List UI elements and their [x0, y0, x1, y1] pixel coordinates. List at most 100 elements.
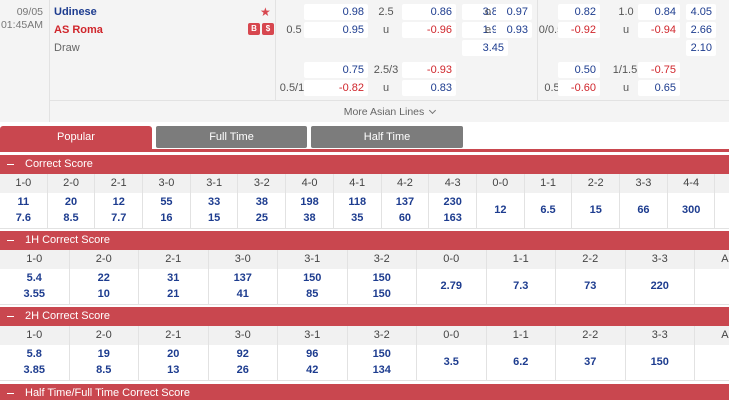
odds-cell[interactable]: 31 — [139, 272, 208, 284]
collapse-icon[interactable] — [7, 316, 14, 317]
odds-cell[interactable]: 0.95 — [304, 22, 368, 38]
score-odds-column: 92 26 — [209, 345, 278, 381]
more-asian-lines-button[interactable]: More Asian Lines — [50, 100, 729, 122]
odds-cell[interactable]: 0.84 — [638, 4, 680, 20]
odds-cell[interactable]: 0.93 — [496, 22, 532, 38]
odds-cell[interactable]: 118 — [334, 196, 381, 208]
odds-cell[interactable]: 0.83 — [402, 80, 456, 96]
odds-cell[interactable]: -0.93 — [402, 62, 456, 78]
tab-full-time[interactable]: Full Time — [156, 126, 307, 148]
odds-cell[interactable]: 12 — [477, 204, 524, 216]
odds-cell[interactable]: 230 — [429, 196, 476, 208]
odds-cell[interactable]: 5.4 — [0, 272, 69, 284]
odds-cell[interactable]: 150 — [278, 272, 347, 284]
odds-cell[interactable]: 42 — [278, 364, 347, 376]
odds-cell[interactable]: 4.05 — [686, 4, 716, 20]
collapse-icon[interactable] — [7, 240, 14, 241]
odds-cell[interactable]: 5.8 — [0, 348, 69, 360]
odds-cell[interactable]: -0.96 — [402, 22, 456, 38]
odds-cell[interactable]: 10 — [70, 288, 139, 300]
odds-cell[interactable]: 26 — [209, 364, 278, 376]
odds-cell[interactable]: 20 — [139, 348, 208, 360]
odds-cell[interactable]: -0.82 — [304, 80, 368, 96]
bet-badge-icon[interactable]: $ — [262, 23, 274, 35]
section-header-h1-correct-score[interactable]: 1H Correct Score — [0, 231, 729, 250]
odds-cell[interactable]: 3.55 — [0, 288, 69, 300]
odds-cell[interactable]: 15 — [572, 204, 619, 216]
odds-cell[interactable]: 25 — [239, 212, 286, 224]
odds-cell[interactable]: 0.50 — [558, 62, 600, 78]
odds-cell[interactable]: 150 — [348, 272, 417, 284]
favorite-star-icon[interactable]: ★ — [260, 5, 271, 19]
odds-cell[interactable]: -0.92 — [558, 22, 600, 38]
odds-cell[interactable]: 150 — [348, 348, 417, 360]
odds-cell[interactable]: 0.86 — [402, 4, 456, 20]
odds-cell[interactable]: 6.5 — [525, 204, 572, 216]
collapse-icon[interactable] — [7, 164, 14, 165]
odds-cell[interactable]: 3.45 — [462, 40, 508, 56]
odds-cell[interactable]: 134 — [348, 364, 417, 376]
odds-cell[interactable]: 0.65 — [638, 80, 680, 96]
odds-cell[interactable]: 13 — [139, 364, 208, 376]
odds-cell[interactable]: 20 — [48, 196, 95, 208]
odds-cell[interactable]: 66 — [620, 204, 667, 216]
odds-cell[interactable]: 198 — [286, 196, 333, 208]
odds-cell[interactable]: 37 — [556, 356, 625, 368]
odds-cell[interactable]: 19 — [70, 348, 139, 360]
odds-cell[interactable]: 0.82 — [558, 4, 600, 20]
odds-cell[interactable]: 21 — [139, 288, 208, 300]
odds-cell[interactable]: 2.79 — [417, 280, 486, 292]
odds-cell[interactable]: 38 — [286, 212, 333, 224]
odds-cell[interactable]: 38 — [239, 196, 286, 208]
odds-cell[interactable]: 150 — [626, 356, 695, 368]
stats-badge-icon[interactable]: B — [248, 23, 260, 35]
odds-cell[interactable]: 3.85 — [0, 364, 69, 376]
section-header-htft[interactable]: Half Time/Full Time Correct Score — [0, 384, 729, 400]
odds-cell[interactable]: 15 — [191, 212, 238, 224]
away-team[interactable]: AS Roma — [54, 24, 103, 36]
odds-cell[interactable]: -0.94 — [638, 22, 680, 38]
odds-cell[interactable]: 2.10 — [686, 40, 716, 56]
tab-half-time[interactable]: Half Time — [311, 126, 463, 148]
odds-cell[interactable]: -0.75 — [638, 62, 680, 78]
odds-cell[interactable]: 7.6 — [0, 212, 47, 224]
odds-cell[interactable]: 85 — [278, 288, 347, 300]
odds-cell[interactable]: 8.5 — [48, 212, 95, 224]
odds-cell[interactable]: 22 — [70, 272, 139, 284]
section-header-h2-correct-score[interactable]: 2H Correct Score — [0, 307, 729, 326]
odds-cell[interactable]: 92 — [209, 348, 278, 360]
section-header-correct-score[interactable]: Correct Score — [0, 155, 729, 174]
odds-cell[interactable]: 150 — [348, 288, 417, 300]
odds-cell[interactable]: 11 — [0, 196, 47, 208]
odds-cell[interactable]: 35 — [334, 212, 381, 224]
collapse-icon[interactable] — [7, 393, 14, 394]
odds-cell[interactable]: 220 — [626, 280, 695, 292]
odds-cell[interactable]: 7.7 — [95, 212, 142, 224]
odds-cell[interactable]: 73 — [556, 280, 625, 292]
score-label: 3-2 — [348, 250, 417, 269]
odds-cell[interactable]: 0.75 — [304, 62, 368, 78]
odds-cell[interactable]: 2.66 — [686, 22, 716, 38]
home-team[interactable]: Udinese — [54, 6, 97, 18]
tab-popular[interactable]: Popular — [0, 126, 152, 152]
odds-cell[interactable]: 0.98 — [304, 4, 368, 20]
odds-cell[interactable]: 0.97 — [496, 4, 532, 20]
odds-cell[interactable]: -0.60 — [558, 80, 600, 96]
odds-cell[interactable]: 6.2 — [487, 356, 556, 368]
odds-cell[interactable]: 16 — [143, 212, 190, 224]
odds-cell[interactable]: 12 — [95, 196, 142, 208]
teams-cell: Udinese ★ AS Roma B $ Draw — [50, 0, 276, 100]
odds-cell[interactable]: 137 — [382, 196, 429, 208]
odds-cell[interactable]: 33 — [191, 196, 238, 208]
odds-cell[interactable]: 300 — [668, 204, 715, 216]
odds-cell[interactable]: 3.5 — [417, 356, 486, 368]
odds-cell[interactable]: 55 — [143, 196, 190, 208]
odds-cell[interactable]: 137 — [209, 272, 278, 284]
odds-cell[interactable]: 41 — [209, 288, 278, 300]
odds-cell[interactable]: 8.5 — [70, 364, 139, 376]
odds-cell[interactable]: 163 — [429, 212, 476, 224]
score-label: 2-2 — [572, 174, 621, 193]
odds-cell[interactable]: 60 — [382, 212, 429, 224]
odds-cell[interactable]: 7.3 — [487, 280, 556, 292]
odds-cell[interactable]: 96 — [278, 348, 347, 360]
